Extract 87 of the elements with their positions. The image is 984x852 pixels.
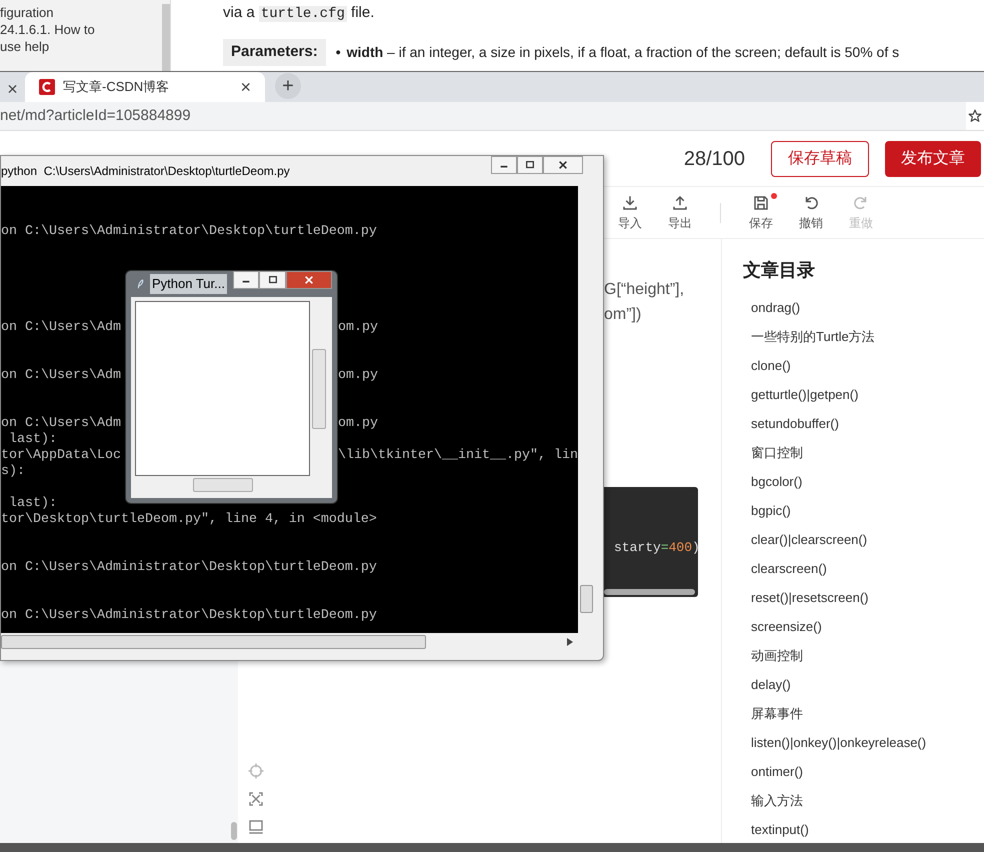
save-icon [752, 194, 770, 212]
scrollbar-thumb[interactable] [192, 478, 252, 492]
toc-link[interactable]: 窗口控制 [743, 438, 984, 467]
toc-link[interactable]: 动画控制 [743, 641, 984, 670]
close-icon [304, 275, 314, 285]
tab-title: 写文章-CSDN博客 [63, 78, 170, 96]
toc-link[interactable]: setundobuffer() [743, 409, 984, 438]
scrollbar-thumb[interactable] [312, 348, 326, 428]
window-title: Python Tur... [150, 274, 227, 294]
terminal-line: on C:\Users\Adm [1, 320, 121, 336]
terminal-line: \lib\tkinter\__init__.py", lin [338, 448, 578, 464]
toolbar-button[interactable]: 撤销 [786, 190, 836, 236]
arrow-right-icon[interactable] [567, 638, 573, 646]
save-draft-button[interactable]: 保存草稿 [771, 140, 869, 176]
terminal-line: tor\AppData\Loc [1, 448, 121, 464]
new-tab-button[interactable]: + [275, 73, 301, 99]
maximize-button[interactable] [259, 271, 286, 289]
toc-link[interactable]: clearscreen() [743, 554, 984, 583]
toc-link[interactable]: clone() [743, 351, 984, 380]
toc-link[interactable]: listen()|onkey()|onkeyrelease() [743, 728, 984, 757]
toc-link[interactable]: screensize() [743, 612, 984, 641]
terminal-line: on C:\Users\Adm [1, 368, 121, 384]
code-line: starty=400) [614, 539, 698, 558]
terminal-line: on C:\Users\Administrator\Desktop\turtleDeom.py [1, 560, 377, 576]
scrollbar[interactable] [162, 4, 170, 72]
toc-link[interactable]: bgcolor() [743, 467, 984, 496]
address-bar[interactable]: net/md?articleId=105884899 [0, 102, 966, 130]
toc-link[interactable]: 一些特别的Turtle方法 [743, 322, 984, 351]
toc-link[interactable]: textinput() [743, 815, 984, 844]
terminal-line: om.py [338, 368, 378, 384]
toc-link[interactable]: getturtle()|getpen() [743, 380, 984, 409]
parameter-text: • width – if an integer, a size in pixels, if a float, a fraction of the screen; default is 50% of s [336, 42, 900, 62]
terminal-line: last): [8, 432, 57, 448]
locate-icon[interactable] [247, 762, 265, 780]
window-title: python C:\Users\Administrator\Desktop\turtleDeom.py [1, 163, 291, 180]
toc-title: 文章目录 [743, 259, 816, 282]
editor-text: G[“height”], [604, 280, 686, 300]
terminal-line: on C:\Users\Administrator\Desktop\turtleDeom.py [1, 224, 377, 240]
monitor-icon[interactable] [247, 818, 265, 836]
terminal-line: tor\Desktop\turtleDeom.py", line 4, in <module> [1, 512, 377, 528]
intro-text: via a turtle.cfg file. [223, 3, 376, 24]
expand-icon[interactable] [247, 790, 265, 808]
scrollbar[interactable] [604, 589, 695, 595]
close-button[interactable] [543, 156, 583, 174]
scrollbar[interactable] [231, 822, 237, 840]
terminal-line: on C:\Users\Administrator\Desktop\turtleDeom.py [1, 608, 377, 624]
title-counter: 28/100 [684, 146, 745, 172]
terminal-line: on C:\Users\Adm [1, 416, 121, 432]
close-icon [558, 160, 568, 170]
toc-link[interactable]: ondrag() [743, 293, 984, 322]
download-icon [621, 194, 639, 212]
toolbar-button[interactable]: 导入 [605, 190, 655, 236]
toc-link[interactable]: bgpic() [743, 496, 984, 525]
publish-button[interactable]: 发布文章 [885, 140, 981, 176]
sidebar-link[interactable]: figuration [0, 4, 162, 21]
toc-link[interactable]: 屏幕事件 [743, 699, 984, 728]
minimize-button[interactable] [491, 156, 517, 174]
maximize-icon [268, 275, 278, 285]
logo-icon [39, 79, 55, 95]
upload-icon [671, 194, 689, 212]
terminal-line: s): [1, 464, 25, 480]
browser-tab[interactable]: 写文章-CSDN博客 × [25, 72, 265, 102]
star-icon[interactable] [968, 109, 982, 123]
close-tab-button[interactable]: × [0, 76, 25, 102]
toc-link[interactable]: reset()|resetscreen() [743, 583, 984, 612]
close-button[interactable] [286, 271, 332, 289]
editor-text: om”]) [604, 305, 642, 325]
maximize-icon [525, 160, 535, 170]
terminal-line: om.py [338, 416, 378, 432]
close-tab-button[interactable]: × [240, 78, 251, 96]
toolbar-button[interactable]: 保存 [736, 190, 786, 236]
sidebar-link[interactable]: use help [0, 38, 162, 55]
maximize-button[interactable] [517, 156, 543, 174]
toc-link[interactable]: ontimer() [743, 757, 984, 786]
feather-icon [137, 277, 144, 291]
parameters-label: Parameters: [223, 39, 326, 66]
scrollbar-thumb[interactable] [580, 585, 593, 613]
terminal-line: om.py [338, 320, 378, 336]
toc-link[interactable]: clear()|clearscreen() [743, 525, 984, 554]
toolbar-button[interactable]: 导出 [655, 190, 705, 236]
toc-link[interactable]: delay() [743, 670, 984, 699]
minimize-button[interactable] [233, 271, 259, 289]
scrollbar-thumb[interactable] [1, 634, 426, 648]
terminal-line: last): [8, 496, 57, 512]
toc-link[interactable]: 输入方法 [743, 786, 984, 815]
sidebar-link[interactable]: 24.1.6.1. How to [0, 21, 162, 38]
url-text: net/md?articleId=105884899 [0, 106, 191, 126]
